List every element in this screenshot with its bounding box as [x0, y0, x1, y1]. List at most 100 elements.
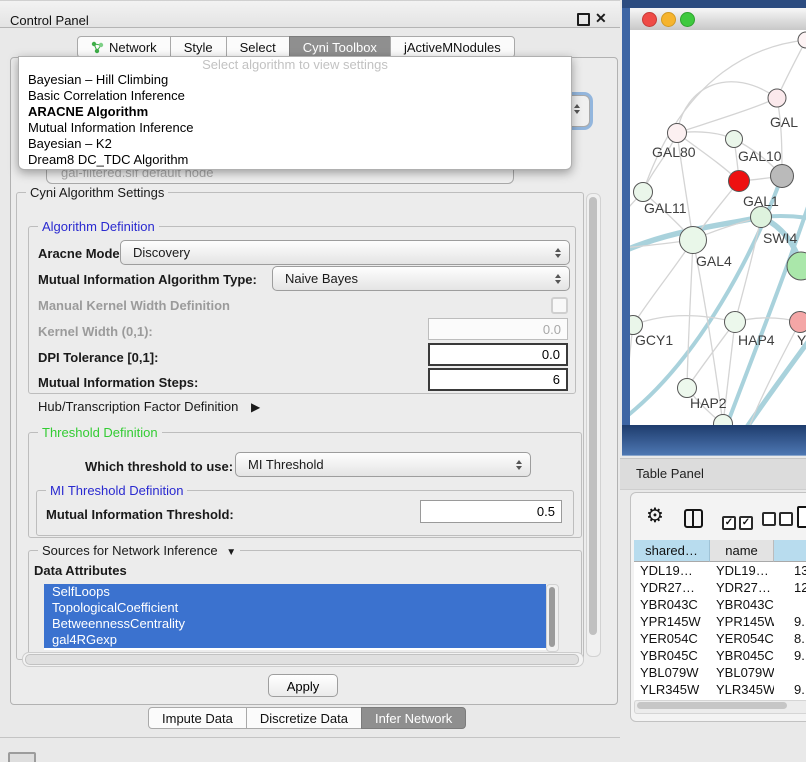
tab-cyni-toolbox[interactable]: Cyni Toolbox	[289, 36, 391, 58]
column-header-a[interactable]: A	[774, 540, 806, 562]
network-node-swi4[interactable]	[751, 207, 772, 228]
export-table-icon[interactable]	[797, 506, 806, 528]
minimize-traffic-light-icon[interactable]	[661, 12, 676, 27]
algorithm-popup: Select algorithm to view settings Bayesi…	[18, 56, 572, 170]
dpi-tolerance-label: DPI Tolerance [0,1]:	[38, 350, 158, 365]
column-header-name[interactable]: name	[710, 540, 774, 562]
kernel-width-label: Kernel Width (0,1):	[38, 324, 153, 339]
expanded-arrow-icon: ▼	[226, 547, 236, 558]
aracne-mode-label: Aracne Mode:	[38, 246, 124, 261]
mi-type-label: Mutual Information Algorithm Type:	[38, 272, 257, 287]
close-traffic-light-icon[interactable]	[642, 12, 657, 27]
node-label-gcy1: GCY1	[635, 332, 673, 348]
which-threshold-label: Which threshold to use:	[85, 459, 233, 474]
dpi-tolerance-field[interactable]	[428, 343, 568, 366]
collapsed-panel-icon[interactable]	[8, 752, 36, 762]
network-window-bottom-border	[622, 425, 806, 456]
node-label-gal11: GAL11	[644, 200, 687, 216]
network-node-gal1[interactable]	[729, 171, 750, 192]
table-horizontal-scrollbar[interactable]	[634, 700, 806, 714]
network-canvas[interactable]: GALGAL80GAL10GAL1GAL11SWI4GAL4GCY1HAP4YH…	[630, 30, 806, 425]
attribute-item-selfloops[interactable]: SelfLoops	[44, 584, 546, 600]
tab-style[interactable]: Style	[170, 36, 227, 58]
hub-definition-toggle[interactable]: Hub/Transcription Factor Definition ▶	[38, 399, 260, 414]
node-attribute-table[interactable]: shared…nameAYDL19…YDL19…13YDR27…YDR27…12…	[634, 540, 806, 700]
split-columns-icon[interactable]	[684, 509, 703, 528]
network-node-gal10[interactable]	[726, 131, 743, 148]
tab-label: Network	[109, 40, 157, 55]
mi-threshold-group-title: MI Threshold Definition	[46, 483, 187, 498]
tab-network[interactable]: Network	[77, 36, 171, 58]
tab-impute-data[interactable]: Impute Data	[148, 707, 247, 729]
table-row[interactable]: YER054CYER054C8.	[634, 630, 806, 647]
combo-arrows-icon	[574, 104, 580, 114]
network-node-y[interactable]	[790, 312, 806, 333]
node-label-gal10: GAL10	[738, 148, 782, 164]
which-threshold-value: MI Threshold	[248, 457, 324, 472]
tab-discretize-data[interactable]: Discretize Data	[246, 707, 362, 729]
mi-threshold-field[interactable]	[420, 500, 562, 523]
tab-infer-network[interactable]: Infer Network	[361, 707, 466, 729]
attributes-scrollbar[interactable]	[546, 584, 559, 652]
mi-steps-field[interactable]	[428, 368, 568, 391]
aracne-mode-combo[interactable]: Discovery	[120, 240, 570, 265]
tab-label: Select	[240, 40, 276, 55]
mi-type-combo[interactable]: Naive Bayes	[272, 266, 570, 291]
which-threshold-combo[interactable]: MI Threshold	[235, 452, 531, 477]
attribute-item-topologicalcoefficient[interactable]: TopologicalCoefficient	[44, 600, 546, 616]
table-cell: 13	[774, 562, 806, 579]
table-cell: YBR045C	[634, 647, 710, 664]
algorithm-option-bayesian-k2[interactable]: Bayesian – K2	[19, 136, 571, 152]
zoom-traffic-light-icon[interactable]	[680, 12, 695, 27]
algorithm-option-aracne-algorithm[interactable]: ARACNE Algorithm	[19, 104, 571, 120]
table-row[interactable]: YBL079WYBL079W	[634, 664, 806, 681]
settings-horizontal-scrollbar[interactable]	[22, 652, 584, 667]
table-cell: YBR043C	[634, 596, 710, 613]
manual-kernel-checkbox[interactable]	[551, 297, 568, 314]
node-label-gal: GAL	[770, 114, 798, 130]
table-row[interactable]: YDR27…YDR27…12	[634, 579, 806, 596]
tab-label: jActiveMNodules	[404, 40, 501, 55]
threshold-definition-title: Threshold Definition	[38, 425, 162, 440]
tab-label: Infer Network	[375, 711, 452, 726]
column-header-shared[interactable]: shared…	[634, 540, 710, 562]
collapsed-arrow-icon: ▶	[251, 400, 260, 414]
algorithm-option-basic-correlation-inference[interactable]: Basic Correlation Inference	[19, 88, 571, 104]
float-window-icon[interactable]	[577, 13, 590, 26]
table-row[interactable]: YBR045CYBR045C9.	[634, 647, 806, 664]
select-all-checkboxes-icon[interactable]: ✓✓	[722, 512, 756, 530]
network-node-hap4[interactable]	[725, 312, 746, 333]
close-icon[interactable]: ✕	[595, 10, 607, 27]
table-settings-gear-icon[interactable]: ⚙	[646, 506, 664, 526]
network-node-gal[interactable]	[768, 89, 786, 107]
table-cell: YDR27…	[710, 579, 774, 596]
apply-button[interactable]: Apply	[268, 674, 338, 697]
table-row[interactable]: YDL19…YDL19…13	[634, 562, 806, 579]
algorithm-option-mutual-information-inference[interactable]: Mutual Information Inference	[19, 120, 571, 136]
network-node[interactable]	[771, 165, 794, 188]
table-row[interactable]: YPR145WYPR145W9.	[634, 613, 806, 630]
algorithm-option-dream8-dc-tdc-algorithm[interactable]: Dream8 DC_TDC Algorithm	[19, 152, 571, 168]
table-cell: YPR145W	[710, 613, 774, 630]
network-node-gal80[interactable]	[668, 124, 687, 143]
cyni-bottom-tabs: Impute DataDiscretize Data Infer Network	[148, 707, 466, 729]
network-node[interactable]	[798, 32, 806, 48]
network-window-titlebar[interactable]	[630, 8, 806, 31]
deselect-all-checkboxes-icon[interactable]	[762, 512, 796, 531]
network-node-gal11[interactable]	[634, 183, 653, 202]
settings-vertical-scrollbar[interactable]	[586, 193, 601, 657]
node-label-gal4: GAL4	[696, 253, 732, 269]
algorithm-option-bayesian-hill-climbing[interactable]: Bayesian – Hill Climbing	[19, 72, 571, 88]
table-cell: YBL079W	[634, 664, 710, 681]
attribute-item-gal4rgexp[interactable]: gal4RGexp	[44, 632, 546, 648]
tab-jactivemnodules[interactable]: jActiveMNodules	[390, 36, 515, 58]
table-cell: YDR27…	[634, 579, 710, 596]
tab-select[interactable]: Select	[226, 36, 290, 58]
network-node-gal4[interactable]	[680, 227, 707, 254]
mi-threshold-label: Mutual Information Threshold:	[46, 507, 234, 522]
table-row[interactable]: YBR043CYBR043C	[634, 596, 806, 613]
table-cell: YER054C	[710, 630, 774, 647]
kernel-width-field[interactable]	[428, 318, 568, 340]
attribute-item-betweennesscentrality[interactable]: BetweennessCentrality	[44, 616, 546, 632]
table-row[interactable]: YLR345WYLR345W9.	[634, 681, 806, 698]
